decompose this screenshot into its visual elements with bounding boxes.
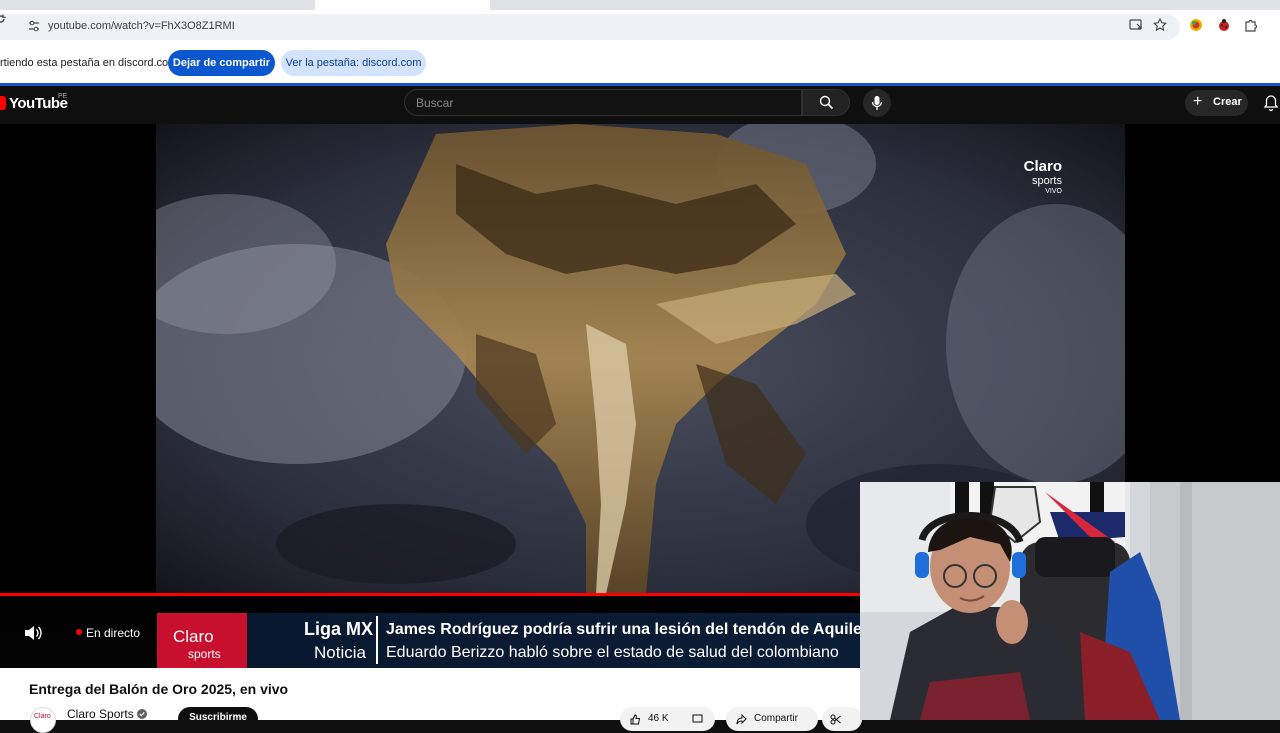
watermark-line3: VIVO — [1045, 188, 1062, 195]
plus-icon: + — [1193, 93, 1203, 110]
streamer-webcam-feed — [860, 482, 1280, 720]
lower-third-category: Liga MX — [304, 619, 374, 639]
claro-sports-watermark: Claro sports VIVO — [1010, 158, 1062, 196]
extension-ladybug-icon[interactable] — [1216, 17, 1232, 33]
like-button[interactable]: 46 K — [620, 707, 715, 731]
watermark-line2: sports — [1032, 175, 1062, 187]
install-app-icon[interactable] — [1128, 17, 1144, 33]
create-button[interactable]: + Crear — [1185, 90, 1248, 116]
search-button[interactable] — [802, 89, 850, 116]
reload-icon[interactable] — [0, 14, 6, 24]
clip-button[interactable] — [822, 707, 862, 731]
subscribe-button[interactable]: Suscribirme — [178, 707, 258, 731]
watermark-line1: Claro — [1023, 158, 1062, 175]
bookmark-star-icon[interactable] — [1152, 17, 1168, 33]
avatar-text: Claro — [34, 713, 51, 720]
like-count: 46 K — [648, 713, 669, 724]
country-code: PE — [58, 93, 68, 100]
extension-color-icon[interactable] — [1188, 17, 1204, 33]
channel-name[interactable]: Claro Sports — [67, 707, 134, 721]
microphone-icon — [871, 96, 883, 110]
lower-third-logo-line2: sports — [188, 647, 221, 661]
volume-icon[interactable] — [24, 625, 42, 641]
lower-third-logo: Claro sports — [157, 613, 247, 668]
search-input[interactable] — [404, 89, 802, 116]
stop-sharing-button[interactable]: Dejar de compartir — [168, 50, 275, 76]
lower-third-logo-line1: Claro — [173, 627, 214, 646]
browser-tab-strip — [0, 0, 1280, 10]
voice-search-button[interactable] — [863, 89, 891, 117]
create-label: Crear — [1213, 96, 1242, 108]
verified-badge-icon — [137, 709, 147, 719]
active-browser-tab[interactable] — [315, 0, 490, 10]
live-indicator-dot — [76, 629, 82, 635]
live-label[interactable]: En directo — [86, 626, 140, 640]
lower-third-divider — [376, 616, 378, 664]
share-button[interactable]: Compartir — [726, 707, 818, 731]
notifications-bell-icon[interactable] — [1263, 94, 1279, 112]
share-label: Compartir — [754, 713, 798, 724]
lower-third-subcategory: Noticia — [314, 643, 366, 662]
channel-avatar[interactable]: Claro — [30, 707, 56, 733]
view-tab-button[interactable]: Ver la pestaña: discord.com — [281, 50, 426, 76]
extensions-puzzle-icon[interactable] — [1243, 17, 1259, 33]
sharing-message: rtiendo esta pestaña en discord.com — [0, 57, 178, 69]
search-placeholder: Buscar — [416, 96, 454, 110]
lower-third-headline: James Rodríguez podría sufrir una lesión… — [386, 621, 871, 638]
youtube-logo-icon[interactable] — [0, 96, 6, 110]
site-info-icon[interactable] — [27, 19, 41, 33]
video-title: Entrega del Balón de Oro 2025, en vivo — [29, 681, 289, 697]
webcam-overlay — [860, 482, 1280, 720]
url-text[interactable]: youtube.com/watch?v=FhX3O8Z1RMI — [48, 18, 235, 34]
search-icon — [819, 95, 834, 110]
lower-third-subheadline: Eduardo Berizzo habló sobre el estado de… — [386, 644, 839, 661]
